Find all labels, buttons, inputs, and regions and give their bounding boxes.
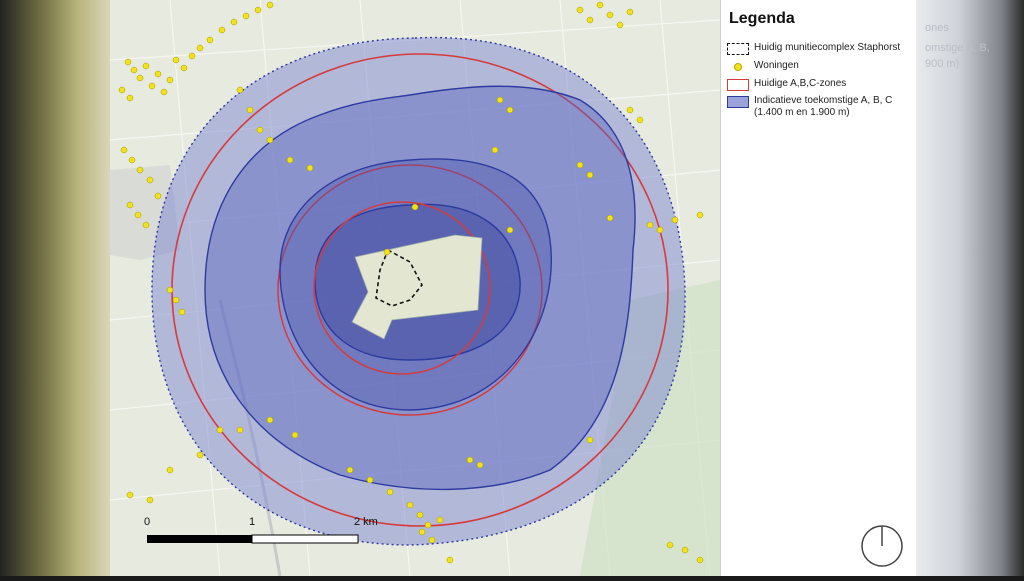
ghost-text: ones (925, 22, 949, 34)
dashed-outline-icon (727, 43, 749, 55)
scale-label-1: 1 (249, 516, 256, 528)
background-right-blur (915, 0, 1024, 576)
ghost-text: 900 m) (925, 58, 960, 70)
yellow-dot-icon (727, 61, 749, 73)
legend-item-complex: Huidig munitiecomplex Staphorst (727, 42, 909, 55)
scale-label-2km: 2 km (354, 516, 378, 528)
north-arrow-icon (860, 524, 904, 573)
map-panel[interactable]: 0 1 2 km (109, 0, 721, 577)
legend-item-houses: Woningen (727, 60, 909, 73)
scale-segment-black (147, 535, 252, 543)
ghost-text: omstige A, B, (925, 42, 990, 54)
legend-title: Legenda (729, 10, 795, 27)
legend-label: Woningen (754, 60, 799, 71)
blue-fill-icon (727, 96, 749, 108)
scale-segment-white (251, 534, 359, 544)
red-outline-icon (727, 79, 749, 91)
scale-label-0: 0 (144, 516, 151, 528)
legend-item-future-zones: Indicatieve toekomstige A, B, C (1.400 m… (727, 95, 909, 119)
legend-panel: Legenda Huidig munitiecomplex Staphorst … (720, 0, 916, 576)
legend-label: Huidig munitiecomplex Staphorst (754, 42, 901, 53)
scale-bar (147, 534, 359, 544)
map-canvas (109, 0, 721, 577)
legend-label: Indicatieve toekomstige A, B, C (1.400 m… (754, 95, 893, 118)
legend-item-current-zones: Huidige A,B,C-zones (727, 78, 909, 91)
legend-label: Huidige A,B,C-zones (754, 78, 847, 89)
background-left-blur (0, 0, 110, 576)
